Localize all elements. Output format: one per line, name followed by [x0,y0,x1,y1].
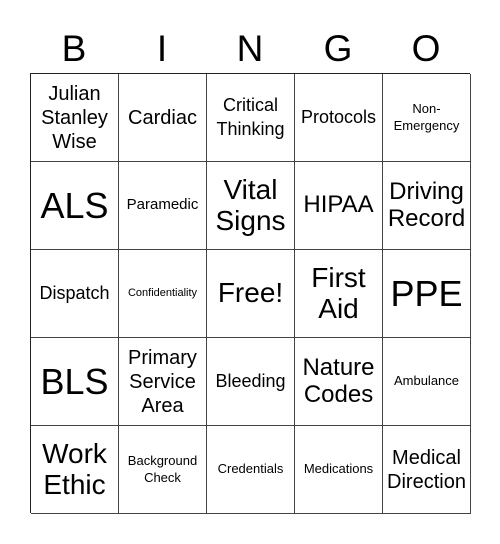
bingo-cell[interactable]: First Aid [295,250,383,338]
bingo-cell[interactable]: Driving Record [383,162,471,250]
bingo-cell[interactable]: Ambulance [383,338,471,426]
bingo-cell[interactable]: Dispatch [31,250,119,338]
cell-label: Credentials [217,461,284,477]
bingo-cell[interactable]: Medical Direction [383,426,471,514]
cell-label: Julian Stanley Wise [41,82,108,153]
cell-label: Ambulance [393,373,460,389]
bingo-cell[interactable]: Credentials [207,426,295,514]
cell-label: Bleeding [215,370,286,391]
bingo-cell[interactable]: Paramedic [119,162,207,250]
header-letter-b: B [61,28,87,69]
bingo-cell[interactable]: Critical Thinking [207,74,295,162]
cell-label: Cardiac [128,106,197,129]
bingo-cell[interactable]: Nature Codes [295,338,383,426]
cell-label: Work Ethic [42,437,107,500]
cell-label: Protocols [300,106,377,127]
bingo-cell[interactable]: Julian Stanley Wise [31,74,119,162]
cell-label: Vital Signs [215,173,286,236]
bingo-cell[interactable]: Bleeding [207,338,295,426]
bingo-card-grid: Julian Stanley Wise Cardiac Critical Think… [30,73,471,514]
cell-label: Driving Record [387,177,466,232]
cell-label: Paramedic [126,196,199,214]
header-letter-n: N [236,28,264,69]
cell-label: Free! [217,277,284,309]
cell-label: BLS [40,360,109,402]
cell-label: Medications [303,461,374,477]
bingo-cell[interactable]: Background Check [119,426,207,514]
free-space-cell[interactable]: Free! [207,250,295,338]
bingo-cell[interactable]: Vital Signs [207,162,295,250]
bingo-cell[interactable]: Medications [295,426,383,514]
cell-label: Background Check [127,452,198,485]
bingo-cell[interactable]: Protocols [295,74,383,162]
cell-label: Medical Direction [387,446,466,493]
bingo-cell[interactable]: PPE [383,250,471,338]
bingo-cell[interactable]: HIPAA [295,162,383,250]
cell-label: Nature Codes [302,353,375,408]
cell-label: Dispatch [39,282,110,303]
bingo-cell[interactable]: Primary Service Area [119,338,207,426]
header-letter-g: G [323,28,353,69]
cell-label: Non- Emergency [393,100,460,133]
bingo-cell[interactable]: Confidentiality [119,250,207,338]
cell-label: PPE [390,272,463,314]
bingo-cell[interactable]: BLS [31,338,119,426]
bingo-cell[interactable]: Non- Emergency [383,74,471,162]
cell-label: HIPAA [303,191,374,219]
cell-label: ALS [40,184,109,226]
header-letter-o: O [411,28,441,69]
bingo-cell[interactable]: ALS [31,162,119,250]
cell-label: First Aid [311,261,366,324]
bingo-header: B I N G O [30,26,470,72]
header-letter-i: I [156,28,168,69]
cell-label: Critical Thinking [216,95,285,139]
bingo-cell[interactable]: Work Ethic [31,426,119,514]
bingo-cell[interactable]: Cardiac [119,74,207,162]
cell-label: Primary Service Area [128,346,197,417]
cell-label: Confidentiality [127,287,198,300]
